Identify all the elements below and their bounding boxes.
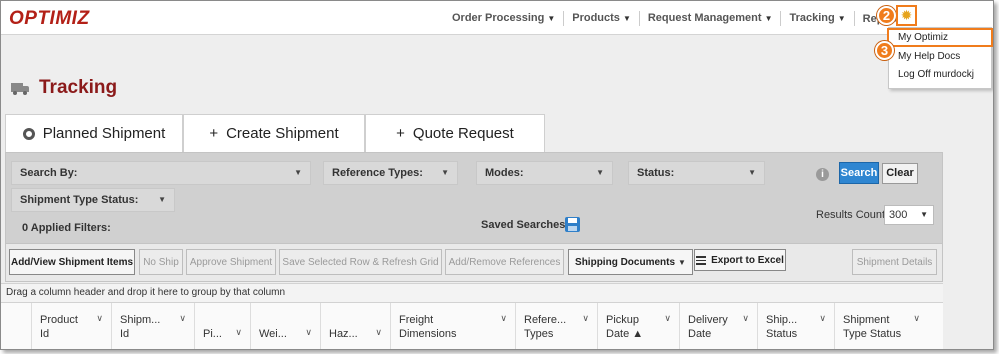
- chevron-down-icon: ▼: [441, 168, 449, 177]
- shipment-type-status-select[interactable]: Shipment Type Status: ▼: [11, 188, 175, 212]
- chevron-down-icon[interactable]: ∨: [500, 311, 507, 325]
- no-ship-button[interactable]: No Ship: [139, 249, 183, 275]
- tab-create-shipment[interactable]: + Create Shipment: [183, 114, 365, 152]
- chevron-down-icon[interactable]: ∨: [179, 311, 186, 325]
- app-window: OPTIMIZ Order Processing ▼ Products ▼ Requ…: [0, 0, 994, 350]
- col-weight[interactable]: Wei... ∨: [250, 303, 320, 349]
- col-shipment-status[interactable]: Ship... Status ∨: [757, 303, 834, 349]
- search-by-select[interactable]: Search By: ▼: [11, 161, 311, 185]
- tab-quote-request[interactable]: + Quote Request: [365, 114, 545, 152]
- chevron-down-icon: ▼: [596, 168, 604, 177]
- nav-products[interactable]: Products ▼: [564, 11, 640, 26]
- chevron-down-icon: ▼: [678, 257, 686, 267]
- chevron-down-icon[interactable]: ∨: [664, 311, 671, 325]
- main-nav: Order Processing ▼ Products ▼ Request Mana…: [444, 11, 912, 26]
- shipment-details-button[interactable]: Shipment Details: [852, 249, 937, 275]
- menu-item-log-off[interactable]: Log Off murdockj: [889, 66, 991, 84]
- optimiz-logo[interactable]: OPTIMIZ: [9, 8, 90, 30]
- save-search-icon[interactable]: [565, 217, 580, 232]
- col-shipment-type-status[interactable]: Shipment Type Status ∨: [834, 303, 928, 349]
- add-remove-references-button[interactable]: Add/Remove References: [445, 249, 564, 275]
- results-count-label: Results Count:: [816, 209, 889, 221]
- menu-item-my-optimiz[interactable]: My Optimiz: [887, 28, 993, 47]
- chevron-down-icon[interactable]: ∨: [96, 311, 103, 325]
- user-menu-dropdown: My Optimiz My Help Docs Log Off murdockj: [887, 27, 993, 89]
- plus-icon: +: [396, 125, 405, 142]
- plus-icon: +: [209, 125, 219, 142]
- group-by-hint: Drag a column header and drop it here to…: [1, 283, 943, 303]
- nav-request-management[interactable]: Request Management ▼: [640, 11, 782, 26]
- gear-icon[interactable]: ✹: [896, 5, 917, 26]
- col-pickup-date[interactable]: Pickup Date ▲ ∨: [597, 303, 679, 349]
- chevron-down-icon[interactable]: ∨: [375, 325, 382, 339]
- reference-types-select[interactable]: Reference Types: ▼: [323, 161, 458, 185]
- chevron-down-icon[interactable]: ∨: [742, 311, 749, 325]
- export-icon: [696, 255, 707, 265]
- action-toolbar: Add/View Shipment Items No Ship Approve …: [5, 244, 943, 282]
- page-title: Tracking: [11, 77, 117, 99]
- chevron-down-icon: ▼: [837, 14, 846, 23]
- saved-searches-label: Saved Searches:: [481, 219, 570, 231]
- save-refresh-grid-button[interactable]: Save Selected Row & Refresh Grid: [279, 249, 442, 275]
- callout-step-3: 3: [875, 41, 894, 60]
- info-icon[interactable]: i: [816, 168, 829, 181]
- chevron-down-icon: ▼: [622, 14, 631, 23]
- chevron-down-icon: ▼: [748, 168, 756, 177]
- add-view-shipment-items-button[interactable]: Add/View Shipment Items: [9, 249, 135, 275]
- tab-bar: Planned Shipment + Create Shipment + Quote…: [5, 114, 545, 152]
- modes-select[interactable]: Modes: ▼: [476, 161, 613, 185]
- chevron-down-icon: ▼: [764, 14, 773, 23]
- grid-header: Product Id ∨ Shipm... Id ∨ Pi... ∨ Wei... ∨ Ha…: [1, 303, 943, 349]
- clear-button[interactable]: Clear: [882, 163, 918, 184]
- status-select[interactable]: Status: ▼: [628, 161, 765, 185]
- callout-step-2: 2: [877, 6, 896, 25]
- search-button[interactable]: Search: [839, 162, 879, 184]
- col-pieces[interactable]: Pi... ∨: [194, 303, 250, 349]
- chevron-down-icon: ▼: [294, 168, 302, 177]
- chevron-down-icon[interactable]: ∨: [305, 325, 312, 339]
- nav-tracking[interactable]: Tracking ▼: [781, 11, 855, 26]
- top-bar: OPTIMIZ Order Processing ▼ Products ▼ Requ…: [1, 1, 993, 35]
- results-count-select[interactable]: 300 ▼: [884, 205, 934, 225]
- chevron-down-icon: ▼: [158, 195, 166, 204]
- nav-order-processing[interactable]: Order Processing ▼: [444, 11, 565, 26]
- col-delivery-date[interactable]: Delivery Date ∨: [679, 303, 757, 349]
- chevron-down-icon[interactable]: ∨: [582, 311, 589, 325]
- approve-shipment-button[interactable]: Approve Shipment: [186, 249, 276, 275]
- chevron-down-icon[interactable]: ∨: [819, 311, 826, 325]
- col-product-id[interactable]: Product Id ∨: [31, 303, 111, 349]
- shipping-documents-button[interactable]: Shipping Documents ▼: [568, 249, 693, 275]
- applied-filters-label: 0 Applied Filters:: [22, 222, 111, 234]
- chevron-down-icon[interactable]: ∨: [235, 325, 242, 339]
- menu-item-my-help-docs[interactable]: My Help Docs: [889, 48, 991, 66]
- grid-select-column: [1, 303, 31, 349]
- chevron-down-icon: ▼: [920, 210, 928, 219]
- truck-icon: [11, 81, 31, 95]
- page-title-text: Tracking: [39, 77, 118, 98]
- radio-icon: [22, 127, 35, 140]
- export-to-excel-button[interactable]: Export to Excel: [694, 249, 786, 271]
- col-freight-dimensions[interactable]: Freight Dimensions ∨: [390, 303, 515, 349]
- col-reference-types[interactable]: Refere... Types ∨: [515, 303, 597, 349]
- tab-planned-shipment[interactable]: Planned Shipment: [5, 114, 183, 152]
- col-hazardous[interactable]: Haz... ∨: [320, 303, 390, 349]
- chevron-down-icon[interactable]: ∨: [913, 311, 920, 325]
- chevron-down-icon: ▼: [547, 14, 556, 23]
- col-shipment-id[interactable]: Shipm... Id ∨: [111, 303, 194, 349]
